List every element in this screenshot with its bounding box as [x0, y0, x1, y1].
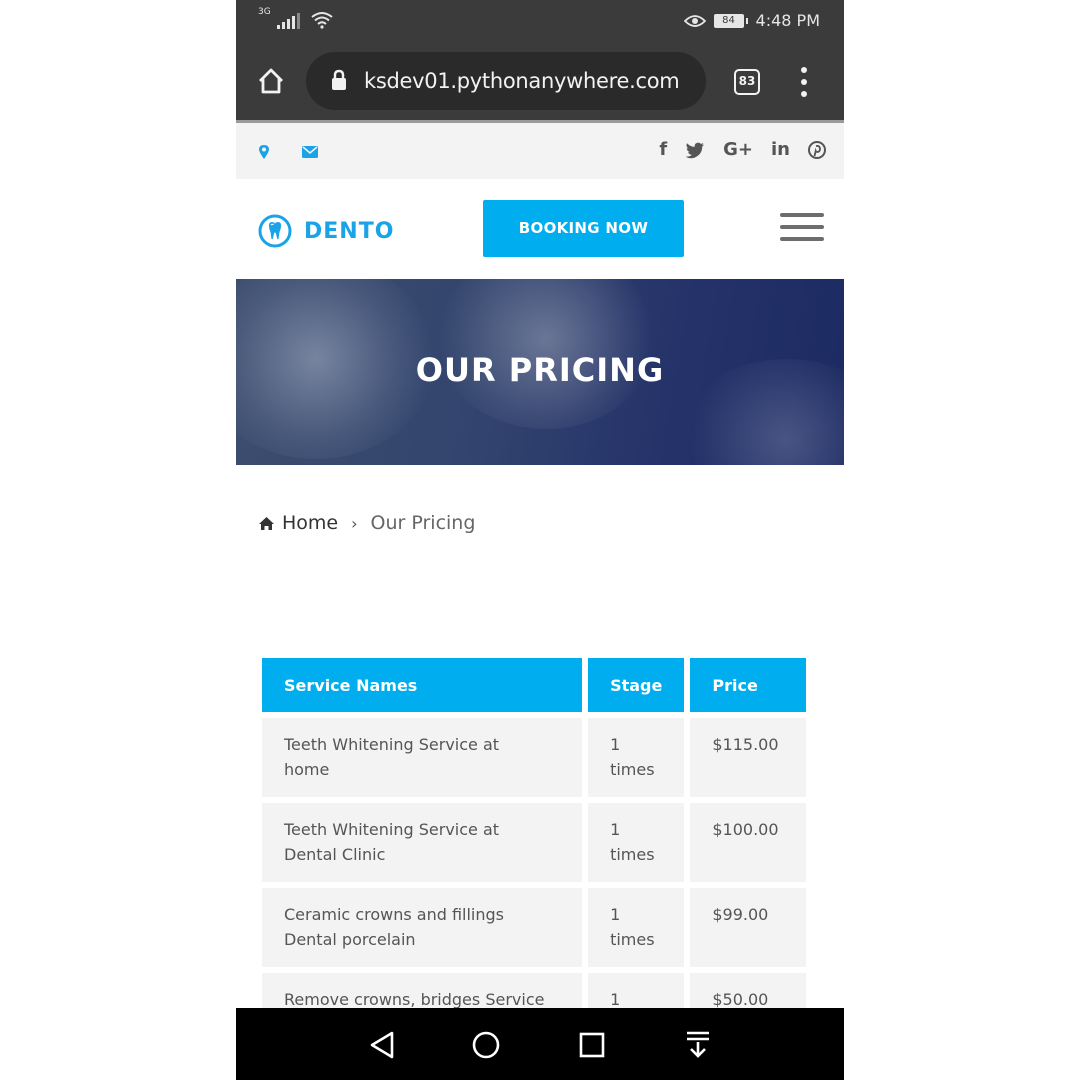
- service-cell: Ceramic crowns and fillings Dental porcel…: [262, 888, 583, 967]
- status-right: 84 4:48 PM: [683, 11, 820, 30]
- network-type: 3G: [258, 7, 271, 17]
- table-header-row: Service Names Stage Price: [262, 658, 806, 712]
- stage-cell: 1 times: [588, 888, 685, 967]
- lock-icon: [332, 69, 346, 90]
- home-crumb-icon: [259, 516, 274, 530]
- logo[interactable]: DENTO: [258, 214, 394, 248]
- battery-tip: [745, 17, 748, 24]
- table-row: Teeth Whitening Service at Dental Clinic …: [262, 803, 806, 882]
- nav-back-icon[interactable]: [368, 1030, 396, 1060]
- url-field[interactable]: ksdev01.pythonanywhere.com: [306, 52, 706, 110]
- google-plus-icon[interactable]: G+: [723, 139, 753, 161]
- stage-count: 1: [610, 735, 621, 754]
- service-name-line: Teeth Whitening Service at: [284, 735, 500, 754]
- nav-home-icon[interactable]: [472, 1031, 500, 1059]
- phone-screen: 3G 84 4:48 PM ksdev01.pythonanywhere.com…: [236, 0, 844, 1080]
- service-cell: Teeth Whitening Service at home: [262, 718, 583, 797]
- breadcrumb: Home › Our Pricing: [258, 512, 475, 534]
- facebook-icon[interactable]: f: [659, 139, 667, 161]
- status-left: 3G: [258, 8, 334, 29]
- pricing-table: Service Names Stage Price Teeth Whitenin…: [256, 652, 812, 1058]
- twitter-icon[interactable]: [685, 142, 705, 159]
- top-info-bar: f G+ in: [236, 123, 844, 179]
- booking-now-button[interactable]: BOOKING NOW: [483, 200, 684, 257]
- breadcrumb-home-link[interactable]: Home: [282, 512, 338, 534]
- nav-recent-icon[interactable]: [579, 1032, 605, 1058]
- column-header-service: Service Names: [262, 658, 583, 712]
- nav-down-icon[interactable]: [685, 1030, 711, 1060]
- column-header-stage: Stage: [588, 658, 685, 712]
- service-cell: Teeth Whitening Service at Dental Clinic: [262, 803, 583, 882]
- status-bar: 3G 84 4:48 PM: [236, 0, 844, 42]
- linkedin-icon[interactable]: in: [771, 139, 790, 161]
- stage-cell: 1 times: [588, 718, 685, 797]
- map-pin-icon[interactable]: [258, 144, 270, 160]
- stage-unit: times: [610, 930, 655, 949]
- stage-count: 1: [610, 820, 621, 839]
- battery-icon: 84: [713, 13, 744, 28]
- price-cell: $115.00: [690, 718, 806, 797]
- url-text: ksdev01.pythonanywhere.com: [364, 69, 680, 93]
- stage-unit: times: [610, 845, 655, 864]
- system-nav-bar: [236, 1008, 844, 1080]
- stage-count: 1: [610, 990, 621, 1009]
- table-row: Teeth Whitening Service at home 1 times $1…: [262, 718, 806, 797]
- hamburger-icon[interactable]: [780, 213, 824, 243]
- column-header-price: Price: [690, 658, 806, 712]
- price-cell: $99.00: [690, 888, 806, 967]
- service-name-line: Dental porcelain: [284, 930, 416, 949]
- tooth-logo-icon: [258, 214, 292, 248]
- signal-icon: [276, 13, 300, 29]
- tabs-icon[interactable]: 83: [734, 69, 760, 95]
- service-name-line: Ceramic crowns and fillings: [284, 905, 505, 924]
- logo-text: DENTO: [304, 218, 395, 244]
- page-title: OUR PRICING: [415, 351, 665, 389]
- breadcrumb-current: Our Pricing: [370, 512, 476, 534]
- mail-icon[interactable]: [302, 145, 318, 158]
- service-name-line: Dental Clinic: [284, 845, 386, 864]
- pinterest-icon[interactable]: [808, 141, 826, 159]
- price-cell: $100.00: [690, 803, 806, 882]
- site-header: DENTO BOOKING NOW: [236, 179, 844, 279]
- more-icon[interactable]: [794, 67, 814, 97]
- hero-banner: OUR PRICING: [236, 279, 844, 465]
- clock: 4:48 PM: [755, 11, 820, 30]
- stage-unit: times: [610, 760, 655, 779]
- wifi-icon: [311, 12, 333, 29]
- service-name-line: Remove crowns, bridges Service: [284, 990, 545, 1009]
- social-links: f G+ in: [659, 139, 826, 161]
- browser-toolbar: ksdev01.pythonanywhere.com 83: [236, 42, 844, 120]
- eye-icon: [683, 14, 706, 27]
- stage-cell: 1 times: [588, 803, 685, 882]
- service-name-line: home: [284, 760, 330, 779]
- home-icon[interactable]: [256, 66, 286, 96]
- stage-count: 1: [610, 905, 621, 924]
- table-row: Ceramic crowns and fillings Dental porcel…: [262, 888, 806, 967]
- service-name-line: Teeth Whitening Service at: [284, 820, 500, 839]
- breadcrumb-separator: ›: [351, 513, 358, 533]
